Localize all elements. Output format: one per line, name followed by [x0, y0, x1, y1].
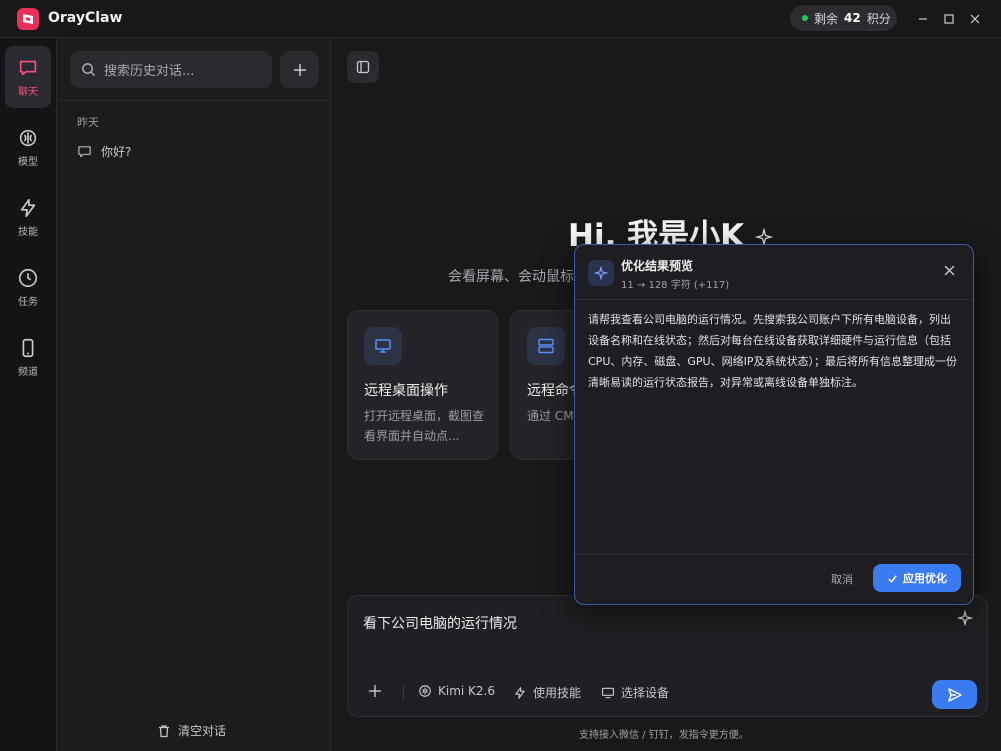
lightning-icon — [515, 686, 525, 699]
phone-icon — [22, 338, 34, 357]
divider — [575, 299, 973, 300]
optimize-preview-dialog: 优化结果预览 11 → 128 字符 (+117) 请帮我查看公司电脑的运行情况… — [574, 244, 974, 605]
app-logo-icon — [17, 8, 39, 30]
model-icon — [19, 129, 37, 146]
clear-chats-button[interactable]: 清空对话 — [157, 722, 226, 739]
app-name: OrayClaw — [48, 10, 123, 26]
title-bar: OrayClaw 剩余 42 积分 — [0, 0, 1001, 38]
rail-item-model[interactable]: 模型 — [5, 116, 51, 178]
device-selector[interactable]: 选择设备 — [601, 684, 669, 701]
rail-item-label: 模型 — [18, 156, 38, 168]
history-item-title: 你好? — [101, 145, 132, 159]
plus-icon — [293, 63, 306, 76]
attach-button[interactable] — [368, 684, 382, 698]
optimized-prompt-text: 请帮我查看公司电脑的运行情况。先搜索我公司账户下所有电脑设备，列出设备名称和在线… — [588, 313, 957, 389]
sparkle-icon — [588, 260, 614, 286]
trash-icon — [159, 724, 169, 737]
clear-chats-label: 清空对话 — [178, 724, 227, 738]
message-input[interactable]: 看下公司电脑的运行情况 — [363, 613, 517, 633]
chat-bubble-icon — [78, 146, 91, 158]
model-icon — [419, 685, 431, 697]
lightning-icon — [20, 198, 36, 217]
close-window-button[interactable] — [964, 8, 986, 30]
server-icon — [527, 327, 565, 365]
credits-prefix: 剩余 — [814, 11, 839, 26]
close-icon — [944, 265, 955, 276]
sparkle-icon — [956, 609, 974, 627]
new-chat-button[interactable] — [280, 51, 319, 88]
monitor-icon — [601, 687, 615, 698]
rail-item-chat[interactable]: 聊天 — [5, 46, 51, 108]
status-dot-icon — [802, 15, 808, 21]
apply-label: 应用优化 — [903, 572, 947, 585]
credits-suffix: 积分 — [866, 11, 891, 26]
minimize-button[interactable] — [912, 8, 934, 30]
divider — [575, 554, 973, 555]
rail-item-channels[interactable]: 频道 — [5, 326, 51, 388]
rail-item-label: 技能 — [18, 226, 38, 238]
chat-icon — [19, 60, 37, 75]
card-desc: 打开远程桌面，截图查看界面并自动点... — [364, 409, 485, 443]
apply-optimization-button[interactable]: 应用优化 — [873, 564, 961, 592]
search-placeholder: 搜索历史对话... — [104, 64, 195, 79]
footer-note: 支持接入微信 / 钉钉，发指令更方便。 — [579, 730, 749, 741]
check-icon — [888, 574, 897, 583]
credits-badge[interactable]: 剩余 42 积分 — [790, 5, 897, 31]
skills-button[interactable]: 使用技能 — [513, 684, 581, 701]
model-label: Kimi K2.6 — [438, 684, 495, 698]
history-panel: 搜索历史对话... 昨天 你好? 清空对话 — [57, 38, 331, 751]
search-icon — [82, 63, 96, 77]
send-button[interactable] — [932, 680, 977, 709]
credits-amount: 42 — [844, 11, 861, 25]
toolbar-divider — [403, 685, 404, 701]
card-remote-desktop[interactable]: 远程桌面操作 打开远程桌面，截图查看界面并自动点... — [347, 310, 498, 460]
skills-label: 使用技能 — [533, 686, 582, 700]
maximize-button[interactable] — [938, 8, 960, 30]
clock-icon — [18, 268, 38, 287]
send-icon — [947, 687, 962, 702]
dialog-close-button[interactable] — [944, 262, 955, 280]
device-label: 选择设备 — [621, 686, 670, 700]
rail-item-skills[interactable]: 技能 — [5, 186, 51, 248]
model-selector[interactable]: Kimi K2.6 — [418, 684, 495, 698]
rail-item-label: 聊天 — [18, 86, 38, 98]
rail-item-label: 任务 — [18, 296, 38, 308]
message-composer[interactable]: 看下公司电脑的运行情况 Kimi K2.6 使用技能 选择设备 — [347, 595, 988, 717]
plus-icon — [369, 685, 381, 697]
nav-rail: 聊天 模型 技能 任务 频道 — [0, 38, 57, 751]
cancel-button[interactable]: 取消 — [831, 571, 853, 587]
search-input[interactable]: 搜索历史对话... — [70, 51, 272, 88]
rail-item-tasks[interactable]: 任务 — [5, 256, 51, 318]
dialog-title: 优化结果预览 — [621, 259, 694, 273]
hero-subtitle: 会看屏幕、会动鼠标 — [448, 269, 574, 285]
optimize-prompt-button[interactable] — [956, 609, 974, 630]
toggle-sidebar-button[interactable] — [347, 51, 379, 83]
sidebar-toggle-icon — [356, 60, 370, 74]
monitor-icon — [364, 327, 402, 365]
history-item[interactable]: 你好? — [77, 143, 131, 160]
divider — [57, 100, 331, 101]
dialog-char-count: 11 → 128 字符 (+117) — [621, 280, 730, 291]
history-group-label: 昨天 — [77, 116, 99, 129]
rail-item-label: 频道 — [18, 366, 38, 378]
card-title: 远程桌面操作 — [364, 383, 448, 399]
